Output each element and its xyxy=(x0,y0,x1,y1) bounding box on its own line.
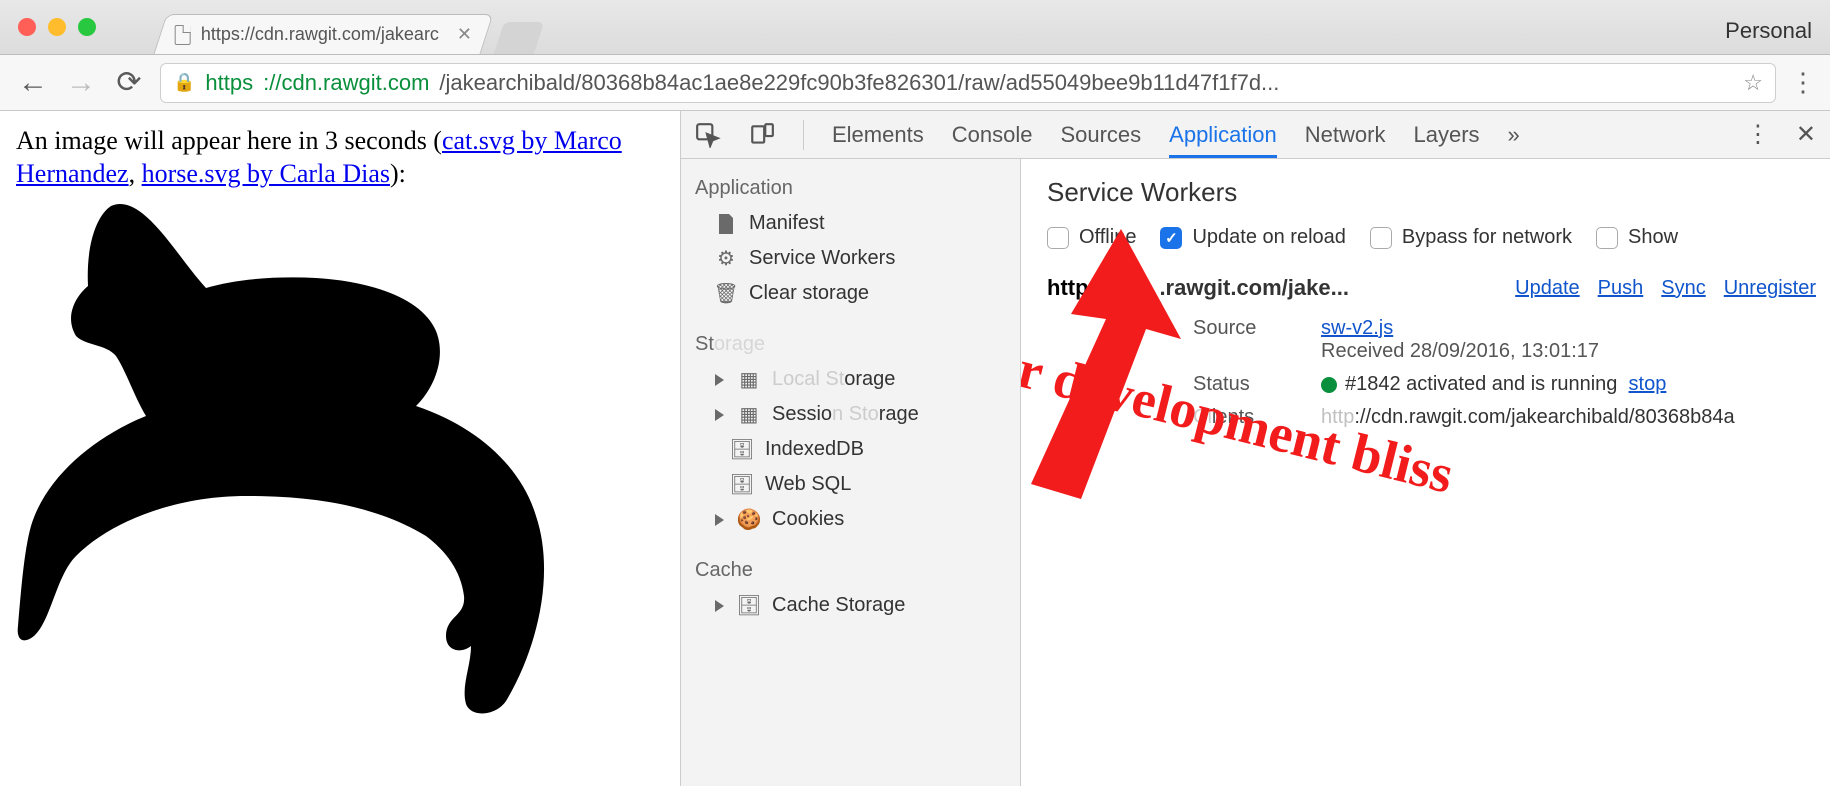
bookmark-star-icon[interactable]: ☆ xyxy=(1743,70,1763,96)
status-dot-icon xyxy=(1321,377,1337,393)
trash-icon: 🗑 xyxy=(715,283,737,305)
link-stop[interactable]: stop xyxy=(1629,373,1667,395)
label-status: Status xyxy=(1193,373,1303,396)
tab-sources[interactable]: Sources xyxy=(1060,112,1141,158)
link-sync[interactable]: Sync xyxy=(1661,277,1705,300)
label-source: Source xyxy=(1193,317,1303,340)
browser-menu-icon[interactable]: ⋮ xyxy=(1790,67,1814,98)
reload-button[interactable]: ⟳ xyxy=(112,65,146,100)
url-scheme: https xyxy=(205,70,253,96)
link-push[interactable]: Push xyxy=(1598,277,1644,300)
sidebar-item-cache-storage[interactable]: 🗄Cache Storage xyxy=(681,588,1020,623)
tab-network[interactable]: Network xyxy=(1305,112,1386,158)
chevron-right-icon xyxy=(715,374,724,386)
page-text-post: ): xyxy=(390,159,406,188)
cookie-icon: 🍪 xyxy=(738,509,760,531)
minimize-window-icon[interactable] xyxy=(48,18,66,36)
link-update[interactable]: Update xyxy=(1515,277,1580,300)
manifest-icon xyxy=(715,213,737,235)
sidebar-item-manifest[interactable]: Manifest xyxy=(681,206,1020,241)
sidebar-item-cookies[interactable]: 🍪Cookies xyxy=(681,502,1020,537)
device-toolbar-icon[interactable] xyxy=(749,122,775,148)
sidebar-item-websql[interactable]: 🗄Web SQL xyxy=(681,467,1020,502)
checkbox-update-on-reload[interactable]: ✓Update on reload xyxy=(1160,226,1345,249)
sidebar-item-clear-storage[interactable]: 🗑Clear storage xyxy=(681,276,1020,311)
sidebar-heading-application: Application xyxy=(681,169,1020,206)
sidebar-heading-cache: Cache xyxy=(681,551,1020,588)
rendered-page: An image will appear here in 3 seconds (… xyxy=(0,111,680,786)
table-icon: ▦ xyxy=(738,369,760,391)
back-button[interactable]: ← xyxy=(16,66,50,100)
tab-layers[interactable]: Layers xyxy=(1413,112,1479,158)
table-icon: ▦ xyxy=(738,404,760,426)
text-clients: http://cdn.rawgit.com/jakearchibald/8036… xyxy=(1321,406,1816,429)
new-tab-button[interactable] xyxy=(494,22,544,54)
database-icon: 🗄 xyxy=(731,439,753,461)
database-icon: 🗄 xyxy=(738,595,760,617)
url-host: ://cdn.rawgit.com xyxy=(263,70,429,96)
link-unregister[interactable]: Unregister xyxy=(1724,277,1816,300)
checkbox-show-all[interactable]: Show xyxy=(1596,226,1678,249)
label-clients: Clients xyxy=(1193,406,1303,429)
window-traffic-lights xyxy=(18,18,96,36)
devtools-panel: Elements Console Sources Application Net… xyxy=(680,111,1830,786)
browser-tabstrip: https://cdn.rawgit.com/jakearc ✕ Persona… xyxy=(0,0,1830,55)
chevron-right-icon xyxy=(715,514,724,526)
text-received: Received 28/09/2016, 13:01:17 xyxy=(1321,340,1599,362)
horse-image xyxy=(16,196,664,725)
chevron-right-icon xyxy=(715,409,724,421)
sidebar-item-indexeddb[interactable]: 🗄IndexedDB xyxy=(681,432,1020,467)
devtools-close-icon[interactable]: ✕ xyxy=(1796,120,1816,149)
close-window-icon[interactable] xyxy=(18,18,36,36)
tab-elements[interactable]: Elements xyxy=(832,112,924,158)
sw-origin: https://cdn.rawgit.com/jake... xyxy=(1047,275,1349,301)
link-source-file[interactable]: sw-v2.js xyxy=(1321,317,1393,339)
file-icon xyxy=(175,25,191,45)
devtools-menu-icon[interactable]: ⋮ xyxy=(1746,120,1770,149)
devtools-tabbar: Elements Console Sources Application Net… xyxy=(681,111,1830,159)
inspect-element-icon[interactable] xyxy=(695,122,721,148)
panel-title: Service Workers xyxy=(1047,177,1816,208)
maximize-window-icon[interactable] xyxy=(78,18,96,36)
tab-console[interactable]: Console xyxy=(952,112,1033,158)
tab-more[interactable]: » xyxy=(1508,112,1520,158)
tab-title: https://cdn.rawgit.com/jakearc xyxy=(201,24,439,45)
profile-label[interactable]: Personal xyxy=(1725,18,1812,44)
browser-viewport: An image will appear here in 3 seconds (… xyxy=(0,111,1830,786)
sidebar-item-local-storage[interactable]: ▦Local Storage xyxy=(681,362,1020,397)
checkbox-bypass-for-network[interactable]: Bypass for network xyxy=(1370,226,1572,249)
address-bar[interactable]: 🔒 https ://cdn.rawgit.com/jakearchibald/8… xyxy=(160,63,1776,103)
browser-tab[interactable]: https://cdn.rawgit.com/jakearc ✕ xyxy=(154,14,494,54)
sidebar-item-session-storage[interactable]: ▦Session Storage xyxy=(681,397,1020,432)
page-text-sep: , xyxy=(129,159,142,188)
checkbox-offline[interactable]: Offline xyxy=(1047,226,1136,249)
link-horse-svg[interactable]: horse.svg by Carla Dias xyxy=(142,159,390,188)
gear-icon: ⚙ xyxy=(715,248,737,270)
page-text-pre: An image will appear here in 3 seconds ( xyxy=(16,126,442,155)
application-sidebar: Application Manifest ⚙Service Workers 🗑C… xyxy=(681,159,1021,786)
forward-button[interactable]: → xyxy=(64,66,98,100)
sidebar-heading-storage: Storage xyxy=(681,325,1020,362)
close-tab-icon[interactable]: ✕ xyxy=(457,24,472,45)
text-status: #1842 activated and is running xyxy=(1345,373,1617,395)
url-path: /jakearchibald/80368b84ac1ae8e229fc90b3f… xyxy=(439,70,1279,96)
tab-application[interactable]: Application xyxy=(1169,112,1277,158)
service-workers-panel: Service Workers Offline ✓Update on reloa… xyxy=(1021,159,1830,786)
database-icon: 🗄 xyxy=(731,474,753,496)
sidebar-item-service-workers[interactable]: ⚙Service Workers xyxy=(681,241,1020,276)
chevron-right-icon xyxy=(715,600,724,612)
lock-icon: 🔒 xyxy=(173,72,195,93)
browser-toolbar: ← → ⟳ 🔒 https ://cdn.rawgit.com/jakearchi… xyxy=(0,55,1830,111)
